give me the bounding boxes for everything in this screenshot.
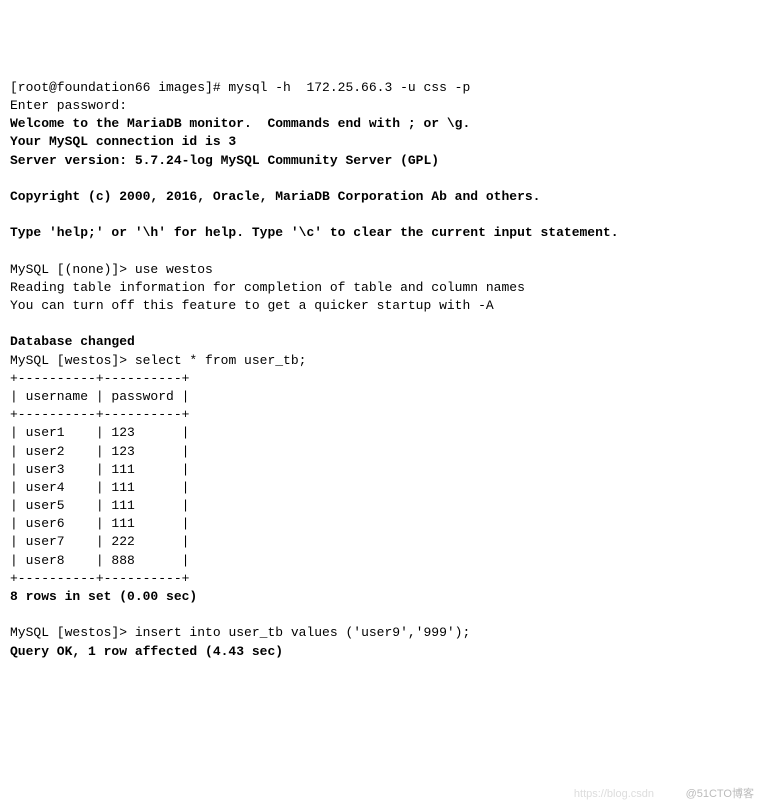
table-row: | user1 | 123 | bbox=[10, 425, 189, 440]
cmd-use-westos: use westos bbox=[135, 262, 213, 277]
mysql-prompt-westos-1: MySQL [westos]> bbox=[10, 353, 135, 368]
terminal-output: [root@foundation66 images]# mysql -h 172… bbox=[10, 79, 754, 661]
cmd-select: select * from user_tb; bbox=[135, 353, 307, 368]
mysql-prompt-westos-2: MySQL [westos]> bbox=[10, 625, 135, 640]
query-ok: Query OK, 1 row affected (4.43 sec) bbox=[10, 644, 283, 659]
table-row: | user7 | 222 | bbox=[10, 534, 189, 549]
welcome-line: Welcome to the MariaDB monitor. Commands… bbox=[10, 116, 470, 131]
shell-prompt-line: [root@foundation66 images]# mysql -h 172… bbox=[10, 80, 470, 95]
mysql-prompt-none: MySQL [(none)]> bbox=[10, 262, 135, 277]
rows-in-set: 8 rows in set (0.00 sec) bbox=[10, 589, 197, 604]
cmd-insert: insert into user_tb values ('user9','999… bbox=[135, 625, 470, 640]
reading-table-info: Reading table information for completion… bbox=[10, 280, 525, 295]
table-row: | user4 | 111 | bbox=[10, 480, 189, 495]
watermark-51cto: @51CTO博客 bbox=[686, 787, 754, 802]
connection-id-line: Your MySQL connection id is 3 bbox=[10, 134, 236, 149]
table-row: | user6 | 111 | bbox=[10, 516, 189, 531]
turnoff-feature: You can turn off this feature to get a q… bbox=[10, 298, 494, 313]
table-row: | user5 | 111 | bbox=[10, 498, 189, 513]
copyright-line: Copyright (c) 2000, 2016, Oracle, MariaD… bbox=[10, 189, 541, 204]
enter-password: Enter password: bbox=[10, 98, 127, 113]
table-header: | username | password | bbox=[10, 389, 189, 404]
server-version-line: Server version: 5.7.24-log MySQL Communi… bbox=[10, 153, 439, 168]
table-row: | user8 | 888 | bbox=[10, 553, 189, 568]
help-line: Type 'help;' or '\h' for help. Type '\c'… bbox=[10, 225, 619, 240]
database-changed: Database changed bbox=[10, 334, 135, 349]
table-border-top: +----------+----------+ bbox=[10, 371, 189, 386]
table-row: | user2 | 123 | bbox=[10, 444, 189, 459]
table-row: | user3 | 111 | bbox=[10, 462, 189, 477]
watermark-csdn: https://blog.csdn bbox=[574, 787, 654, 802]
table-border-mid: +----------+----------+ bbox=[10, 407, 189, 422]
